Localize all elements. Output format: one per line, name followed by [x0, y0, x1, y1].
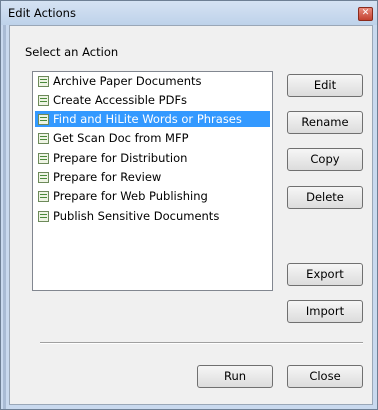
list-item-label: Get Scan Doc from MFP: [53, 131, 189, 145]
action-sequence-icon: [38, 133, 49, 144]
action-sequence-icon: [38, 211, 49, 222]
title-bar[interactable]: Edit Actions ✕: [1, 1, 377, 25]
list-item-label: Prepare for Review: [53, 170, 162, 184]
edit-actions-dialog: Edit Actions ✕ Select an Action Archive …: [0, 0, 378, 410]
list-item-label: Create Accessible PDFs: [53, 93, 188, 107]
action-sequence-icon: [38, 114, 49, 125]
action-sequence-icon: [38, 95, 49, 106]
list-item-label: Find and HiLite Words or Phrases: [53, 112, 242, 126]
frame-edge: [3, 25, 6, 409]
action-sequence-icon: [38, 153, 49, 164]
list-item-publish-sensitive-documents[interactable]: Publish Sensitive Documents: [35, 208, 270, 224]
rename-button[interactable]: Rename: [287, 111, 363, 134]
action-sequence-icon: [38, 172, 49, 183]
list-item-label: Archive Paper Documents: [53, 74, 202, 88]
list-item-label: Publish Sensitive Documents: [53, 209, 220, 223]
list-item-archive-paper-documents[interactable]: Archive Paper Documents: [35, 73, 270, 89]
list-item-label: Prepare for Distribution: [53, 151, 188, 165]
list-item-find-and-hilite[interactable]: Find and HiLite Words or Phrases: [35, 111, 270, 127]
window-title: Edit Actions: [8, 6, 76, 20]
list-item-get-scan-doc[interactable]: Get Scan Doc from MFP: [35, 130, 270, 146]
export-button[interactable]: Export: [287, 263, 363, 286]
edit-button[interactable]: Edit: [287, 74, 363, 97]
list-item-label: Prepare for Web Publishing: [53, 189, 208, 203]
list-item-create-accessible-pdfs[interactable]: Create Accessible PDFs: [35, 92, 270, 108]
action-sequence-icon: [38, 76, 49, 87]
list-item-prepare-for-review[interactable]: Prepare for Review: [35, 169, 270, 185]
copy-button[interactable]: Copy: [287, 148, 363, 171]
run-button[interactable]: Run: [197, 365, 273, 388]
divider: [40, 342, 363, 344]
action-sequence-icon: [38, 191, 49, 202]
import-button[interactable]: Import: [287, 300, 363, 323]
select-action-label: Select an Action: [25, 45, 119, 59]
delete-button[interactable]: Delete: [287, 186, 363, 209]
actions-list[interactable]: Archive Paper Documents Create Accessibl…: [32, 71, 273, 291]
list-item-prepare-for-web-publishing[interactable]: Prepare for Web Publishing: [35, 188, 270, 204]
close-button[interactable]: Close: [287, 365, 363, 388]
list-item-prepare-for-distribution[interactable]: Prepare for Distribution: [35, 150, 270, 166]
close-icon[interactable]: ✕: [358, 7, 373, 21]
